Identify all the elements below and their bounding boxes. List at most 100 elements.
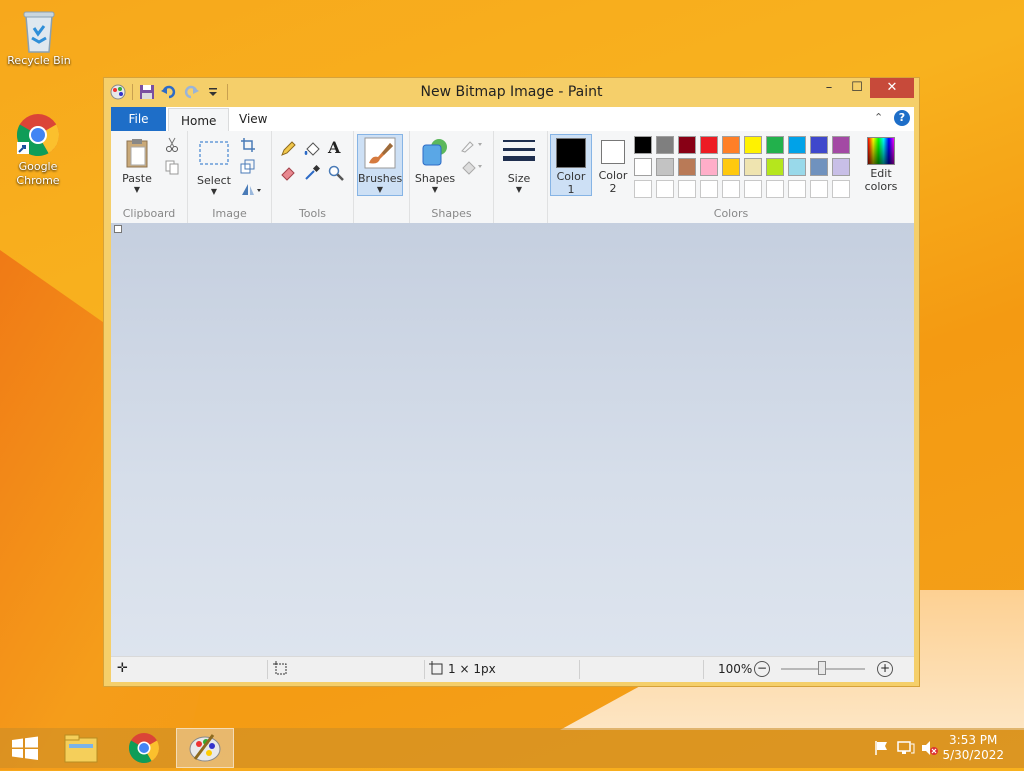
palette-swatch[interactable]: [722, 158, 740, 176]
select-button[interactable]: Select ▼: [194, 139, 234, 196]
brushes-button[interactable]: Brushes ▼: [357, 134, 403, 196]
palette-swatch[interactable]: [832, 136, 850, 154]
shapes-button[interactable]: Shapes ▼: [414, 137, 456, 194]
brush-icon: [364, 137, 396, 169]
palette-swatch[interactable]: [788, 158, 806, 176]
minimize-button[interactable]: –: [814, 78, 844, 98]
color1-button[interactable]: Color 1: [550, 134, 592, 196]
recycle-bin-shortcut[interactable]: Recycle Bin: [3, 6, 75, 67]
palette-swatch[interactable]: [700, 158, 718, 176]
tab-view[interactable]: View: [227, 107, 279, 131]
outline-icon[interactable]: [460, 137, 484, 153]
resize-icon[interactable]: [240, 159, 256, 175]
title-bar[interactable]: New Bitmap Image - Paint – ☐ ✕: [104, 78, 919, 106]
palette-swatch[interactable]: [766, 180, 784, 198]
eraser-icon[interactable]: [280, 165, 296, 181]
image-size-text: 1 × 1px: [448, 662, 496, 676]
close-button[interactable]: ✕: [870, 78, 914, 98]
edit-colors-label-2: colors: [864, 180, 898, 193]
size-button[interactable]: Size ▼: [499, 137, 539, 194]
palette-swatch[interactable]: [656, 158, 674, 176]
edit-colors-button[interactable]: Edit colors: [857, 137, 905, 193]
color2-swatch: [601, 140, 625, 164]
flag-icon[interactable]: [873, 740, 889, 759]
taskbar-chrome[interactable]: [116, 728, 172, 768]
window-title: New Bitmap Image - Paint: [420, 84, 603, 100]
brushes-group: Brushes ▼: [354, 131, 410, 223]
palette-swatch[interactable]: [832, 158, 850, 176]
chrome-icon: [128, 733, 160, 764]
shapes-label: Shapes: [414, 172, 456, 185]
clipboard-group-label: Clipboard: [122, 207, 176, 220]
taskbar-paint[interactable]: [176, 728, 234, 768]
palette-swatch[interactable]: [810, 158, 828, 176]
text-tool-icon[interactable]: A: [328, 140, 344, 156]
ribbon: Paste ▼ Clipboard Select ▼ Image A Tools…: [111, 131, 914, 224]
color1-label: Color: [556, 170, 586, 183]
paint-palette-icon: [189, 734, 221, 762]
palette-swatch[interactable]: [788, 136, 806, 154]
image-group-label: Image: [212, 207, 247, 220]
zoom-out-icon[interactable]: −: [754, 661, 770, 677]
zoom-slider-thumb[interactable]: [818, 661, 826, 675]
fill-icon[interactable]: [460, 159, 484, 175]
shapes-group-label: Shapes: [431, 207, 472, 220]
palette-swatch[interactable]: [700, 180, 718, 198]
google-chrome-shortcut[interactable]: Google Chrome: [2, 112, 74, 188]
palette-swatch[interactable]: [788, 180, 806, 198]
tab-home[interactable]: Home: [168, 108, 230, 132]
color2-button[interactable]: Color 2: [594, 134, 632, 196]
palette-swatch[interactable]: [766, 136, 784, 154]
size-label: Size: [507, 172, 531, 185]
color-picker-icon[interactable]: [304, 164, 321, 181]
network-icon[interactable]: [897, 740, 915, 759]
crop-icon[interactable]: [240, 137, 256, 153]
palette-swatch[interactable]: [700, 136, 718, 154]
color2-label: Color: [598, 169, 628, 182]
palette-swatch[interactable]: [766, 158, 784, 176]
palette-swatch[interactable]: [832, 180, 850, 198]
zoom-in-icon[interactable]: +: [877, 661, 893, 677]
selection-size-icon: [273, 661, 287, 678]
palette-swatch[interactable]: [656, 136, 674, 154]
volume-muted-icon[interactable]: [921, 740, 939, 759]
zoom-level: 100%: [718, 662, 753, 676]
clock-date: 5/30/2022: [942, 748, 1004, 762]
minimize-ribbon-icon[interactable]: ⌃: [874, 111, 883, 124]
paste-button[interactable]: Paste ▼: [117, 137, 157, 194]
palette-swatch[interactable]: [678, 158, 696, 176]
help-icon[interactable]: ?: [894, 110, 910, 126]
copy-icon[interactable]: [164, 159, 180, 175]
palette-swatch[interactable]: [634, 180, 652, 198]
palette-swatch[interactable]: [810, 136, 828, 154]
fill-bucket-icon[interactable]: [304, 141, 320, 157]
cursor-position-icon: ✛: [117, 661, 128, 676]
file-tab[interactable]: File: [111, 107, 166, 131]
folder-icon: [64, 734, 98, 763]
canvas-area[interactable]: [111, 223, 914, 656]
palette-swatch[interactable]: [634, 136, 652, 154]
google-chrome-label: Google Chrome: [16, 160, 60, 187]
canvas-resize-handle[interactable]: [114, 225, 122, 233]
rotate-icon[interactable]: [240, 181, 262, 197]
palette-swatch[interactable]: [744, 136, 762, 154]
clock-time: 3:53 PM: [949, 733, 998, 747]
palette-swatch[interactable]: [744, 180, 762, 198]
pencil-icon[interactable]: [280, 141, 296, 157]
palette-swatch[interactable]: [678, 136, 696, 154]
clock[interactable]: 3:53 PM 5/30/2022: [942, 733, 1004, 763]
palette-swatch[interactable]: [744, 158, 762, 176]
start-button[interactable]: [0, 728, 50, 768]
cut-icon[interactable]: [164, 137, 180, 153]
palette-swatch[interactable]: [722, 180, 740, 198]
taskbar-file-explorer[interactable]: [53, 728, 109, 768]
palette-swatch[interactable]: [656, 180, 674, 198]
palette-swatch[interactable]: [634, 158, 652, 176]
maximize-button[interactable]: ☐: [842, 78, 872, 98]
palette-swatch[interactable]: [810, 180, 828, 198]
colors-group: Color 1 Color 2 Edit colors Colors: [548, 131, 914, 223]
palette-swatch[interactable]: [678, 180, 696, 198]
magnifier-icon[interactable]: [328, 165, 344, 181]
select-icon: [198, 139, 230, 171]
palette-swatch[interactable]: [722, 136, 740, 154]
